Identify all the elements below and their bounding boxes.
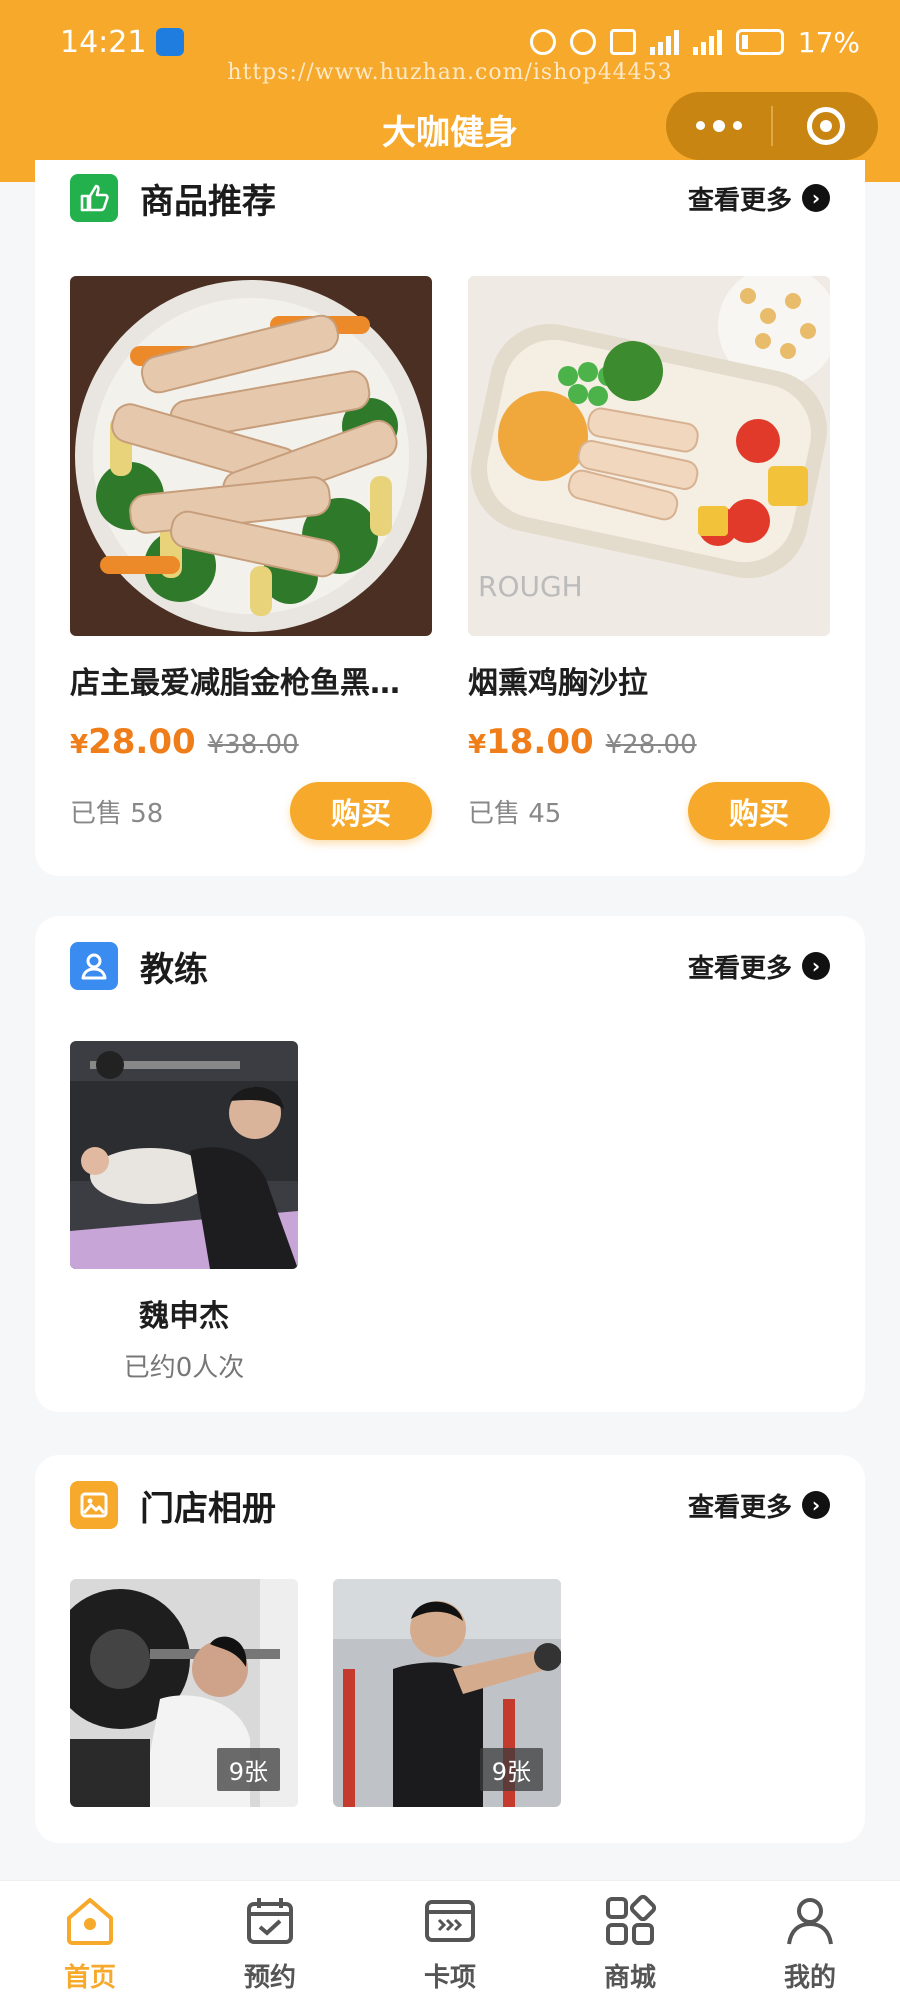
- product-name: 烟熏鸡胸沙拉: [468, 666, 648, 701]
- status-time: 14:21: [60, 24, 147, 60]
- album-section: 门店相册 查看更多 › 9张 9张: [35, 1455, 865, 1843]
- signal-icon-2: [692, 29, 722, 55]
- recommend-header: 商品推荐 查看更多 ›: [70, 172, 830, 224]
- sold-count: 已售 58: [70, 798, 164, 829]
- coach-header: 教练 查看更多 ›: [70, 940, 830, 992]
- album-header: 门店相册 查看更多 ›: [70, 1479, 830, 1531]
- tab-label: 首页: [63, 1963, 116, 1993]
- coach-name: 魏申杰: [139, 1299, 229, 1334]
- product-image[interactable]: [70, 276, 432, 636]
- product-price: ¥18.00: [468, 722, 594, 762]
- thumbs-up-icon: [70, 174, 118, 222]
- mute-icon: [609, 29, 636, 55]
- image-icon: [70, 1481, 118, 1529]
- app-header: 14:21 17% https://www.huzhan.com/ishop44…: [0, 0, 900, 182]
- eye-icon: [529, 29, 556, 55]
- tab-cards[interactable]: 卡项: [360, 1881, 540, 2000]
- view-more-link[interactable]: 查看更多 ›: [688, 180, 830, 217]
- coach-card[interactable]: 魏申杰 已约0人次: [70, 1041, 298, 1384]
- album-item[interactable]: 9张: [70, 1579, 298, 1807]
- signal-icon: [649, 29, 679, 55]
- buy-button[interactable]: 购买: [688, 782, 830, 840]
- coach-icon: [70, 942, 118, 990]
- product-card[interactable]: ROUGH 烟熏鸡胸沙拉 ¥18.00 ¥28.00 已售 45 购买: [468, 276, 830, 840]
- status-bar: 14:21 17%: [60, 22, 860, 62]
- buy-button[interactable]: 购买: [290, 782, 432, 840]
- section-title: 门店相册: [140, 1488, 276, 1529]
- bottom-tab-bar: 首页 预约 卡项 商城 我的: [0, 1880, 900, 2000]
- svg-text:ROUGH: ROUGH: [478, 570, 583, 603]
- original-price: ¥38.00: [207, 730, 299, 760]
- tab-home[interactable]: 首页: [0, 1881, 180, 2000]
- watermark: https://www.huzhan.com/ishop44453: [227, 60, 673, 85]
- alarm-icon: [569, 29, 596, 55]
- chevron-right-icon: ›: [802, 184, 830, 212]
- coach-section: 教练 查看更多 › 魏申杰 已约0人次: [35, 916, 865, 1412]
- chevron-right-icon: ›: [802, 952, 830, 980]
- product-card[interactable]: 店主最爱减脂金枪鱼黑… ¥28.00 ¥38.00 已售 58 购买: [70, 276, 432, 840]
- view-more-link[interactable]: 查看更多 ›: [688, 1487, 830, 1524]
- original-price: ¥28.00: [605, 730, 697, 760]
- notification-app-icon: [156, 28, 185, 56]
- tab-profile[interactable]: 我的: [720, 1881, 900, 2000]
- photo-count: 9张: [216, 1748, 280, 1791]
- photo-count: 9张: [479, 1748, 543, 1791]
- sold-count: 已售 45: [468, 798, 562, 829]
- tab-booking[interactable]: 预约: [180, 1881, 360, 2000]
- battery-icon: [735, 29, 784, 55]
- album-item[interactable]: 9张: [333, 1579, 561, 1807]
- tab-label: 预约: [243, 1963, 296, 1993]
- user-icon: [782, 1893, 838, 1949]
- tab-label: 卡项: [423, 1963, 476, 1993]
- card-icon: [422, 1893, 478, 1949]
- target-icon: [806, 107, 845, 145]
- close-miniprogram-button[interactable]: [773, 107, 878, 145]
- miniprogram-capsule: [666, 92, 878, 160]
- section-title: 教练: [140, 949, 208, 990]
- product-name: 店主最爱减脂金枪鱼黑…: [70, 666, 400, 701]
- coach-photo[interactable]: [70, 1041, 298, 1269]
- view-more-link[interactable]: 查看更多 ›: [688, 948, 830, 985]
- section-title: 商品推荐: [140, 181, 276, 222]
- calendar-icon: [242, 1893, 298, 1949]
- product-image[interactable]: ROUGH: [468, 276, 830, 636]
- grid-icon: [602, 1893, 658, 1949]
- recommend-section: 商品推荐 查看更多 › 店主最爱减脂金枪鱼黑… ¥28.00 ¥38.00 已售…: [35, 160, 865, 876]
- more-menu-button[interactable]: [666, 119, 771, 132]
- product-price: ¥28.00: [70, 722, 196, 762]
- tab-mall[interactable]: 商城: [540, 1881, 720, 2000]
- coach-booked-count: 已约0人次: [123, 1353, 245, 1383]
- chevron-right-icon: ›: [802, 1491, 830, 1519]
- battery-level: 17%: [797, 25, 860, 59]
- home-icon: [62, 1893, 118, 1949]
- tab-label: 我的: [783, 1963, 836, 1993]
- tab-label: 商城: [603, 1963, 656, 1993]
